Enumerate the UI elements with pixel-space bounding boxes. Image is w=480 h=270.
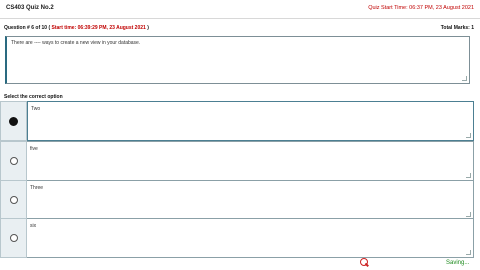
divider <box>0 18 480 19</box>
answer-box[interactable]: Two <box>27 101 474 141</box>
option-3[interactable]: Three <box>0 180 474 220</box>
resize-handle-icon[interactable] <box>462 76 467 81</box>
select-label: Select the correct option <box>4 94 63 100</box>
radio-button[interactable] <box>9 196 18 204</box>
resize-handle-icon[interactable] <box>466 173 471 178</box>
answer-box[interactable]: six <box>27 218 474 258</box>
question-start-time: Start time: 06:39:29 PM, 23 August 2021 <box>51 25 146 31</box>
radio-button[interactable] <box>9 157 18 165</box>
option-2[interactable]: five <box>0 141 474 181</box>
radio-button-selected[interactable] <box>9 116 18 126</box>
answer-text: Two <box>31 106 41 112</box>
quiz-title: CS403 Quiz No.2 <box>6 5 54 11</box>
question-close: ) <box>147 25 149 31</box>
quiz-header: CS403 Quiz No.2 Quiz Start Time: 06:37 P… <box>0 0 480 16</box>
resize-handle-icon[interactable] <box>466 212 471 217</box>
answer-text: five <box>30 146 38 152</box>
radio-cell[interactable] <box>0 180 27 220</box>
radio-cell[interactable] <box>0 101 27 141</box>
radio-cell[interactable] <box>0 218 27 258</box>
saving-status: Saving... <box>446 260 470 266</box>
resize-handle-icon[interactable] <box>466 250 471 255</box>
total-marks: Total Marks: 1 <box>440 25 474 31</box>
search-icon[interactable] <box>360 258 368 266</box>
option-4[interactable]: six <box>0 218 474 258</box>
resize-handle-icon[interactable] <box>466 133 471 138</box>
question-header: Question # 6 of 10 ( Start time: 06:39:2… <box>4 25 474 31</box>
radio-button[interactable] <box>9 234 18 242</box>
answer-text: six <box>30 223 37 229</box>
option-1[interactable]: Two <box>0 101 474 141</box>
question-textarea: There are ---- ways to create a new view… <box>5 36 470 84</box>
answer-box[interactable]: five <box>27 141 474 181</box>
answer-text: Three <box>30 185 44 191</box>
question-info: Question # 6 of 10 ( Start time: 06:39:2… <box>4 25 149 31</box>
question-number: Question # 6 of 10 ( <box>4 25 51 31</box>
answer-box[interactable]: Three <box>27 180 474 220</box>
radio-cell[interactable] <box>0 141 27 181</box>
question-text: There are ---- ways to create a new view… <box>11 40 141 46</box>
quiz-start-time: Quiz Start Time: 06:37 PM, 23 August 202… <box>368 5 474 11</box>
